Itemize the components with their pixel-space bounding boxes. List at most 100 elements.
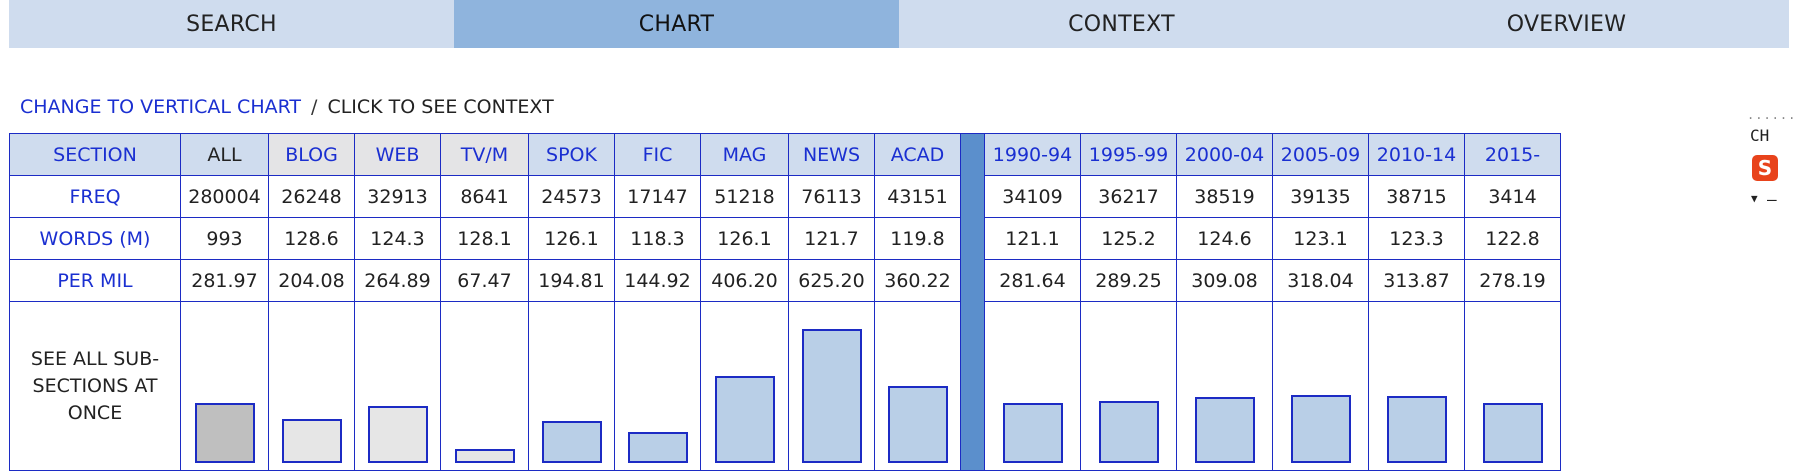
col-header-acad[interactable]: ACAD bbox=[874, 133, 961, 176]
freq-cell-news[interactable]: 76113 bbox=[788, 175, 875, 218]
freq-cell-tvm[interactable]: 8641 bbox=[440, 175, 529, 218]
freq-cell-web[interactable]: 32913 bbox=[354, 175, 441, 218]
bar-cell-web[interactable] bbox=[354, 301, 441, 471]
widget-drag-handle[interactable]: ...... bbox=[1747, 108, 1793, 122]
row-label-section: SECTION bbox=[9, 133, 181, 176]
words-cell-1990-94: 121.1 bbox=[984, 217, 1081, 260]
sogou-s-icon[interactable]: S bbox=[1752, 155, 1778, 181]
words-cell-2000-04: 124.6 bbox=[1176, 217, 1273, 260]
row-label-words: WORDS (M) bbox=[9, 217, 181, 260]
bar-cell-blog[interactable] bbox=[268, 301, 355, 471]
col-header-spok[interactable]: SPOK bbox=[528, 133, 615, 176]
bar-cell-all[interactable] bbox=[180, 301, 269, 471]
freq-cell-fic[interactable]: 17147 bbox=[614, 175, 701, 218]
widget-minimize-icon[interactable]: – bbox=[1767, 190, 1777, 209]
bar-1995-99[interactable] bbox=[1098, 401, 1159, 463]
tab-bar: SEARCH CHART CONTEXT OVERVIEW bbox=[9, 0, 1789, 48]
freq-cell-acad[interactable]: 43151 bbox=[874, 175, 961, 218]
freq-cell-blog[interactable]: 26248 bbox=[268, 175, 355, 218]
bar-cell-acad[interactable] bbox=[874, 301, 961, 471]
col-header-2000-04[interactable]: 2000-04 bbox=[1176, 133, 1273, 176]
freq-cell-2010-14[interactable]: 38715 bbox=[1368, 175, 1465, 218]
freq-cell-2015[interactable]: 3414 bbox=[1464, 175, 1561, 218]
bar-blog[interactable] bbox=[281, 419, 342, 463]
permil-cell-2015: 278.19 bbox=[1464, 259, 1561, 302]
bar-2015[interactable] bbox=[1482, 403, 1543, 463]
freq-cell-2000-04[interactable]: 38519 bbox=[1176, 175, 1273, 218]
col-header-mag[interactable]: MAG bbox=[700, 133, 789, 176]
input-method-widget[interactable]: ...... CH S ▼ – bbox=[1745, 108, 1793, 218]
bar-acad[interactable] bbox=[887, 386, 948, 463]
bar-cell-2010-14[interactable] bbox=[1368, 301, 1465, 471]
bar-2000-04[interactable] bbox=[1194, 397, 1255, 463]
words-cell-2010-14: 123.3 bbox=[1368, 217, 1465, 260]
freq-cell-all[interactable]: 280004 bbox=[180, 175, 269, 218]
tab-context[interactable]: CONTEXT bbox=[899, 0, 1344, 48]
bar-cell-2005-09[interactable] bbox=[1272, 301, 1369, 471]
bar-2010-14[interactable] bbox=[1386, 396, 1447, 463]
words-cell-acad: 119.8 bbox=[874, 217, 961, 260]
toolbar-separator: / bbox=[311, 96, 318, 118]
see-all-subsections-link[interactable]: SEE ALL SUB-SECTIONS AT ONCE bbox=[9, 301, 181, 471]
freq-cell-1995-99[interactable]: 36217 bbox=[1080, 175, 1177, 218]
bar-cell-spok[interactable] bbox=[528, 301, 615, 471]
bar-1990-94[interactable] bbox=[1002, 403, 1063, 463]
bar-cell-tvm[interactable] bbox=[440, 301, 529, 471]
bar-cell-news[interactable] bbox=[788, 301, 875, 471]
permil-cell-2005-09: 318.04 bbox=[1272, 259, 1369, 302]
col-header-2010-14[interactable]: 2010-14 bbox=[1368, 133, 1465, 176]
bar-cell-2015[interactable] bbox=[1464, 301, 1561, 471]
bar-web[interactable] bbox=[367, 406, 428, 463]
bar-all[interactable] bbox=[194, 403, 255, 463]
words-cell-1995-99: 125.2 bbox=[1080, 217, 1177, 260]
permil-row: PER MIL 281.97 204.08 264.89 67.47 194.8… bbox=[9, 259, 1561, 302]
row-label-permil: PER MIL bbox=[9, 259, 181, 302]
words-cell-spok: 126.1 bbox=[528, 217, 615, 260]
tab-overview[interactable]: OVERVIEW bbox=[1344, 0, 1789, 48]
col-header-2005-09[interactable]: 2005-09 bbox=[1272, 133, 1369, 176]
row-label-freq: FREQ bbox=[9, 175, 181, 218]
permil-cell-blog: 204.08 bbox=[268, 259, 355, 302]
col-header-2015[interactable]: 2015- bbox=[1464, 133, 1561, 176]
widget-language-label[interactable]: CH bbox=[1750, 126, 1769, 145]
widget-dropdown-icon[interactable]: ▼ bbox=[1751, 192, 1758, 205]
permil-cell-acad: 360.22 bbox=[874, 259, 961, 302]
bar-spok[interactable] bbox=[541, 421, 602, 463]
words-cell-news: 121.7 bbox=[788, 217, 875, 260]
freq-cell-1990-94[interactable]: 34109 bbox=[984, 175, 1081, 218]
change-to-vertical-chart-link[interactable]: CHANGE TO VERTICAL CHART bbox=[20, 96, 301, 118]
col-header-1990-94[interactable]: 1990-94 bbox=[984, 133, 1081, 176]
col-header-all[interactable]: ALL bbox=[180, 133, 269, 176]
col-header-1995-99[interactable]: 1995-99 bbox=[1080, 133, 1177, 176]
freq-cell-mag[interactable]: 51218 bbox=[700, 175, 789, 218]
col-header-fic[interactable]: FIC bbox=[614, 133, 701, 176]
col-header-blog[interactable]: BLOG bbox=[268, 133, 355, 176]
col-header-tvm[interactable]: TV/M bbox=[440, 133, 529, 176]
column-group-separator bbox=[960, 133, 985, 471]
chart-toolbar: CHANGE TO VERTICAL CHART / CLICK TO SEE CO… bbox=[20, 96, 554, 118]
bar-2005-09[interactable] bbox=[1290, 395, 1351, 463]
bar-cell-2000-04[interactable] bbox=[1176, 301, 1273, 471]
click-to-see-context-hint: CLICK TO SEE CONTEXT bbox=[327, 96, 554, 118]
bar-cell-1995-99[interactable] bbox=[1080, 301, 1177, 471]
tab-chart[interactable]: CHART bbox=[454, 0, 899, 48]
words-cell-all: 993 bbox=[180, 217, 269, 260]
words-cell-mag: 126.1 bbox=[700, 217, 789, 260]
col-header-web[interactable]: WEB bbox=[354, 133, 441, 176]
bar-cell-1990-94[interactable] bbox=[984, 301, 1081, 471]
bar-cell-mag[interactable] bbox=[700, 301, 789, 471]
permil-cell-news: 625.20 bbox=[788, 259, 875, 302]
bar-mag[interactable] bbox=[714, 376, 775, 463]
bar-cell-fic[interactable] bbox=[614, 301, 701, 471]
bar-tvm[interactable] bbox=[454, 449, 515, 463]
bar-news[interactable] bbox=[801, 329, 862, 463]
tab-search[interactable]: SEARCH bbox=[9, 0, 454, 48]
freq-cell-2005-09[interactable]: 39135 bbox=[1272, 175, 1369, 218]
freq-cell-spok[interactable]: 24573 bbox=[528, 175, 615, 218]
col-header-news[interactable]: NEWS bbox=[788, 133, 875, 176]
bar-fic[interactable] bbox=[627, 432, 688, 463]
permil-cell-1990-94: 281.64 bbox=[984, 259, 1081, 302]
words-cell-tvm: 128.1 bbox=[440, 217, 529, 260]
section-header-row: SECTION ALL BLOG WEB TV/M SPOK FIC MAG N… bbox=[9, 133, 1561, 471]
words-cell-web: 124.3 bbox=[354, 217, 441, 260]
